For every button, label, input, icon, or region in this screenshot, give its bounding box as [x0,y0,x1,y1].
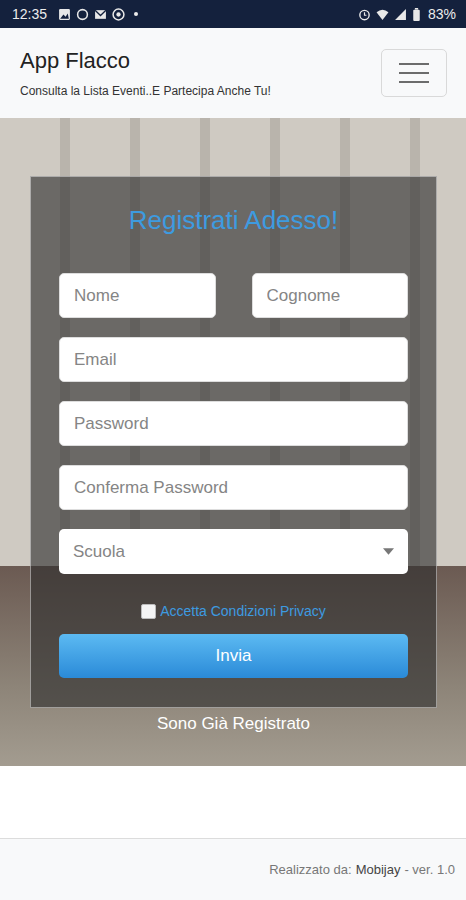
school-select[interactable]: Scuola [59,529,408,574]
battery-icon [412,8,421,21]
screen: 12:35 83% App Flacco Consulta la Lista Even… [0,0,466,900]
footer: Realizzato da: Mobijay- ver. 1.0 [0,838,466,900]
registration-form: Registrati Adesso! Scuola Accetta Condizio… [30,176,437,708]
app-subtitle: Consulta la Lista Eventi..E Partecipa An… [20,84,271,98]
status-time: 12:35 [12,6,47,22]
alarm-icon [358,8,371,21]
wifi-icon [376,8,389,21]
footer-version: - ver. 1.0 [404,862,455,877]
hamburger-icon [399,62,429,84]
form-title: Registrati Adesso! [59,205,408,236]
caret-down-icon [383,548,394,555]
app-icon [112,8,125,21]
name-input[interactable] [59,273,216,318]
app-title[interactable]: App Flacco [20,48,271,74]
text-input[interactable] [59,465,408,510]
footer-author[interactable]: Mobijay [356,862,401,877]
name-input[interactable] [252,273,409,318]
page-body [0,766,466,838]
image-icon [58,8,71,21]
submit-button[interactable]: Invia [59,634,408,678]
privacy-checkbox[interactable] [141,604,156,619]
background-photo: Registrati Adesso! Scuola Accetta Condizio… [0,118,466,766]
status-bar: 12:35 83% [0,0,466,28]
signal-icon [394,8,407,21]
privacy-checkbox-row[interactable]: Accetta Condizioni Privacy [59,603,408,619]
text-input[interactable] [59,337,408,382]
notification-dot [134,12,138,16]
menu-button[interactable] [381,49,447,97]
login-link[interactable]: Sono Già Registrato [30,714,437,734]
text-input[interactable] [59,401,408,446]
mail-icon [94,8,107,21]
whatsapp-icon [76,8,89,21]
footer-prefix: Realizzato da: [269,862,351,877]
privacy-link[interactable]: Accetta Condizioni Privacy [160,603,326,619]
battery-level: 83% [428,6,456,22]
select-placeholder: Scuola [73,542,125,562]
navbar: App Flacco Consulta la Lista Eventi..E Pa… [0,28,466,118]
brand[interactable]: App Flacco Consulta la Lista Eventi..E Pa… [20,48,271,98]
